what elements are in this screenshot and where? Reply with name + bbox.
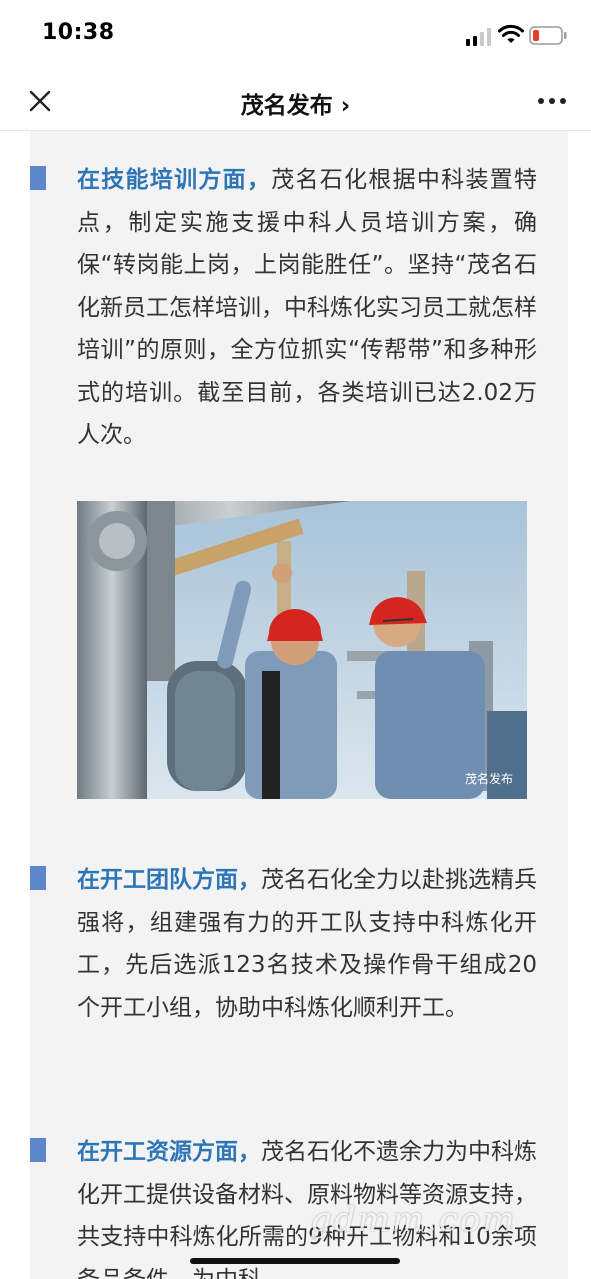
section-text: 茂名石化根据中科装置特点，制定实施支援中科人员培训方案，确保“转岗能上岗，上岗能… bbox=[77, 167, 538, 448]
section-marker bbox=[30, 1138, 46, 1162]
status-time: 10:38 bbox=[42, 20, 115, 45]
site-watermark: gdmm.com bbox=[310, 1200, 517, 1240]
home-indicator[interactable] bbox=[190, 1258, 400, 1264]
section-paragraph: 在开工团队方面，茂名石化全力以赴挑选精兵强将，组建强有力的开工队支持中科炼化开工… bbox=[77, 859, 537, 1029]
section-marker bbox=[30, 166, 46, 190]
account-title-link[interactable]: 茂名发布 › bbox=[0, 86, 591, 120]
signal-icon bbox=[466, 28, 491, 46]
section-heading: 在开工团队方面， bbox=[77, 867, 261, 893]
section-paragraph: 在技能培训方面，茂名石化根据中科装置特点，制定实施支援中科人员培训方案，确保“转… bbox=[77, 159, 537, 457]
more-options-icon[interactable] bbox=[537, 94, 567, 108]
section-heading: 在技能培训方面， bbox=[77, 167, 272, 193]
photo-watermark-label: 茂名发布 bbox=[464, 772, 513, 786]
status-bar: 10:38 bbox=[0, 0, 591, 72]
section-heading: 在开工资源方面， bbox=[77, 1139, 261, 1165]
section-marker bbox=[30, 866, 46, 890]
workers-photo-image bbox=[77, 501, 527, 799]
battery-icon bbox=[529, 26, 567, 45]
article-photo[interactable]: 茂名发布 bbox=[77, 501, 527, 799]
nav-bar: 茂名发布 › bbox=[0, 72, 591, 131]
article-body: 在技能培训方面，茂名石化根据中科装置特点，制定实施支援中科人员培训方案，确保“转… bbox=[30, 131, 568, 1279]
wifi-icon bbox=[498, 24, 524, 43]
